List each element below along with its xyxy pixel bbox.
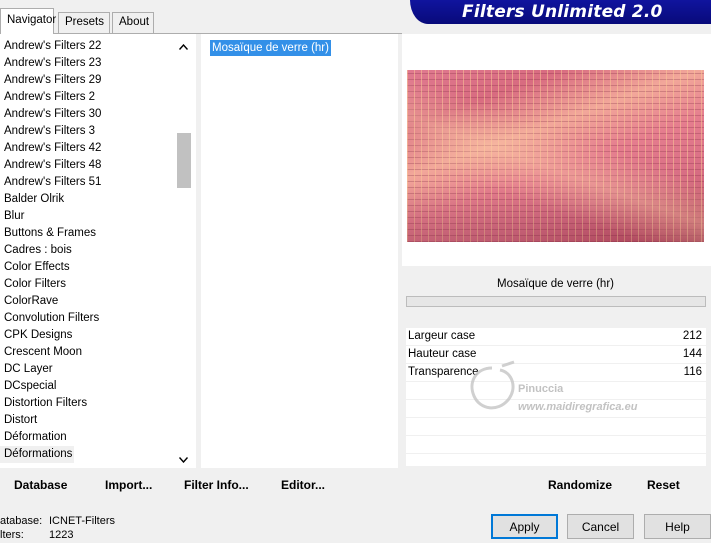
- category-item[interactable]: Andrew's Filters 22: [0, 38, 196, 55]
- filter-title: Mosaïque de verre (hr): [405, 272, 706, 296]
- scroll-up-icon[interactable]: [175, 38, 192, 55]
- tab-about[interactable]: About: [112, 12, 154, 33]
- randomize-button[interactable]: Randomize: [548, 478, 612, 492]
- watermark: Pinuccia www.maidiregrafica.eu: [462, 360, 692, 430]
- param-value: 212: [682, 330, 702, 342]
- category-item[interactable]: Andrew's Filters 48: [0, 157, 196, 174]
- param-row-largeur[interactable]: Largeur case 212: [406, 328, 706, 345]
- scroll-down-icon[interactable]: [175, 451, 192, 468]
- status-database-label: atabase:: [0, 515, 43, 527]
- category-item[interactable]: DC Layer: [0, 361, 196, 378]
- help-button[interactable]: Help: [644, 514, 711, 539]
- status-filters-value: 1223: [49, 529, 74, 541]
- reset-button[interactable]: Reset: [647, 478, 680, 492]
- apply-button[interactable]: Apply: [491, 514, 558, 539]
- preview-image-overlay: [407, 70, 704, 242]
- category-item[interactable]: ColorRave: [0, 293, 196, 310]
- category-item[interactable]: Balder Olrik: [0, 191, 196, 208]
- import-button[interactable]: Import...: [105, 478, 152, 492]
- category-item[interactable]: Color Effects: [0, 259, 196, 276]
- category-item[interactable]: Andrew's Filters 51: [0, 174, 196, 191]
- tab-navigator[interactable]: Navigator: [0, 8, 56, 34]
- category-item[interactable]: Convolution Filters: [0, 310, 196, 327]
- cancel-button[interactable]: Cancel: [567, 514, 634, 539]
- category-item[interactable]: Andrew's Filters 30: [0, 106, 196, 123]
- category-item[interactable]: Crescent Moon: [0, 344, 196, 361]
- category-item[interactable]: DCspecial: [0, 378, 196, 395]
- banner-title: Filters Unlimited 2.0: [462, 2, 663, 22]
- filter-list[interactable]: Mosaïque de verre (hr): [201, 34, 398, 468]
- editor-button[interactable]: Editor...: [281, 478, 325, 492]
- progress-bar: [406, 296, 706, 307]
- category-item[interactable]: CPK Designs: [0, 327, 196, 344]
- category-scrollbar[interactable]: [175, 38, 192, 468]
- status-database-value: ICNET-Filters: [49, 515, 115, 527]
- filter-info-button[interactable]: Filter Info...: [184, 478, 249, 492]
- scroll-thumb[interactable]: [177, 133, 191, 188]
- category-item[interactable]: Andrew's Filters 29: [0, 72, 196, 89]
- category-item[interactable]: Distort: [0, 412, 196, 429]
- empty-param-row: [406, 436, 706, 453]
- tab-presets[interactable]: Presets: [58, 12, 110, 33]
- database-button[interactable]: Database: [14, 478, 67, 492]
- category-item[interactable]: Color Filters: [0, 276, 196, 293]
- category-item[interactable]: Blur: [0, 208, 196, 225]
- category-item[interactable]: Distortion Filters: [0, 395, 196, 412]
- watermark-url: www.maidiregrafica.eu: [518, 401, 638, 413]
- category-item[interactable]: Cadres : bois: [0, 242, 196, 259]
- watermark-name: Pinuccia: [518, 383, 564, 395]
- category-item[interactable]: Andrew's Filters 42: [0, 140, 196, 157]
- status-filters-label: lters:: [0, 529, 24, 541]
- category-list[interactable]: Andrew's Filters 22 Andrew's Filters 23 An…: [0, 34, 196, 468]
- category-item[interactable]: Andrew's Filters 2: [0, 89, 196, 106]
- tab-divider: [0, 33, 402, 34]
- category-item[interactable]: Andrew's Filters 23: [0, 55, 196, 72]
- category-item[interactable]: Déformation: [0, 429, 196, 446]
- empty-param-row: [406, 454, 706, 466]
- category-item[interactable]: Déformations: [0, 446, 75, 463]
- category-item[interactable]: Andrew's Filters 3: [0, 123, 196, 140]
- category-item[interactable]: Buttons & Frames: [0, 225, 196, 242]
- param-label: Largeur case: [408, 330, 476, 342]
- filter-item-selected[interactable]: Mosaïque de verre (hr): [210, 40, 331, 56]
